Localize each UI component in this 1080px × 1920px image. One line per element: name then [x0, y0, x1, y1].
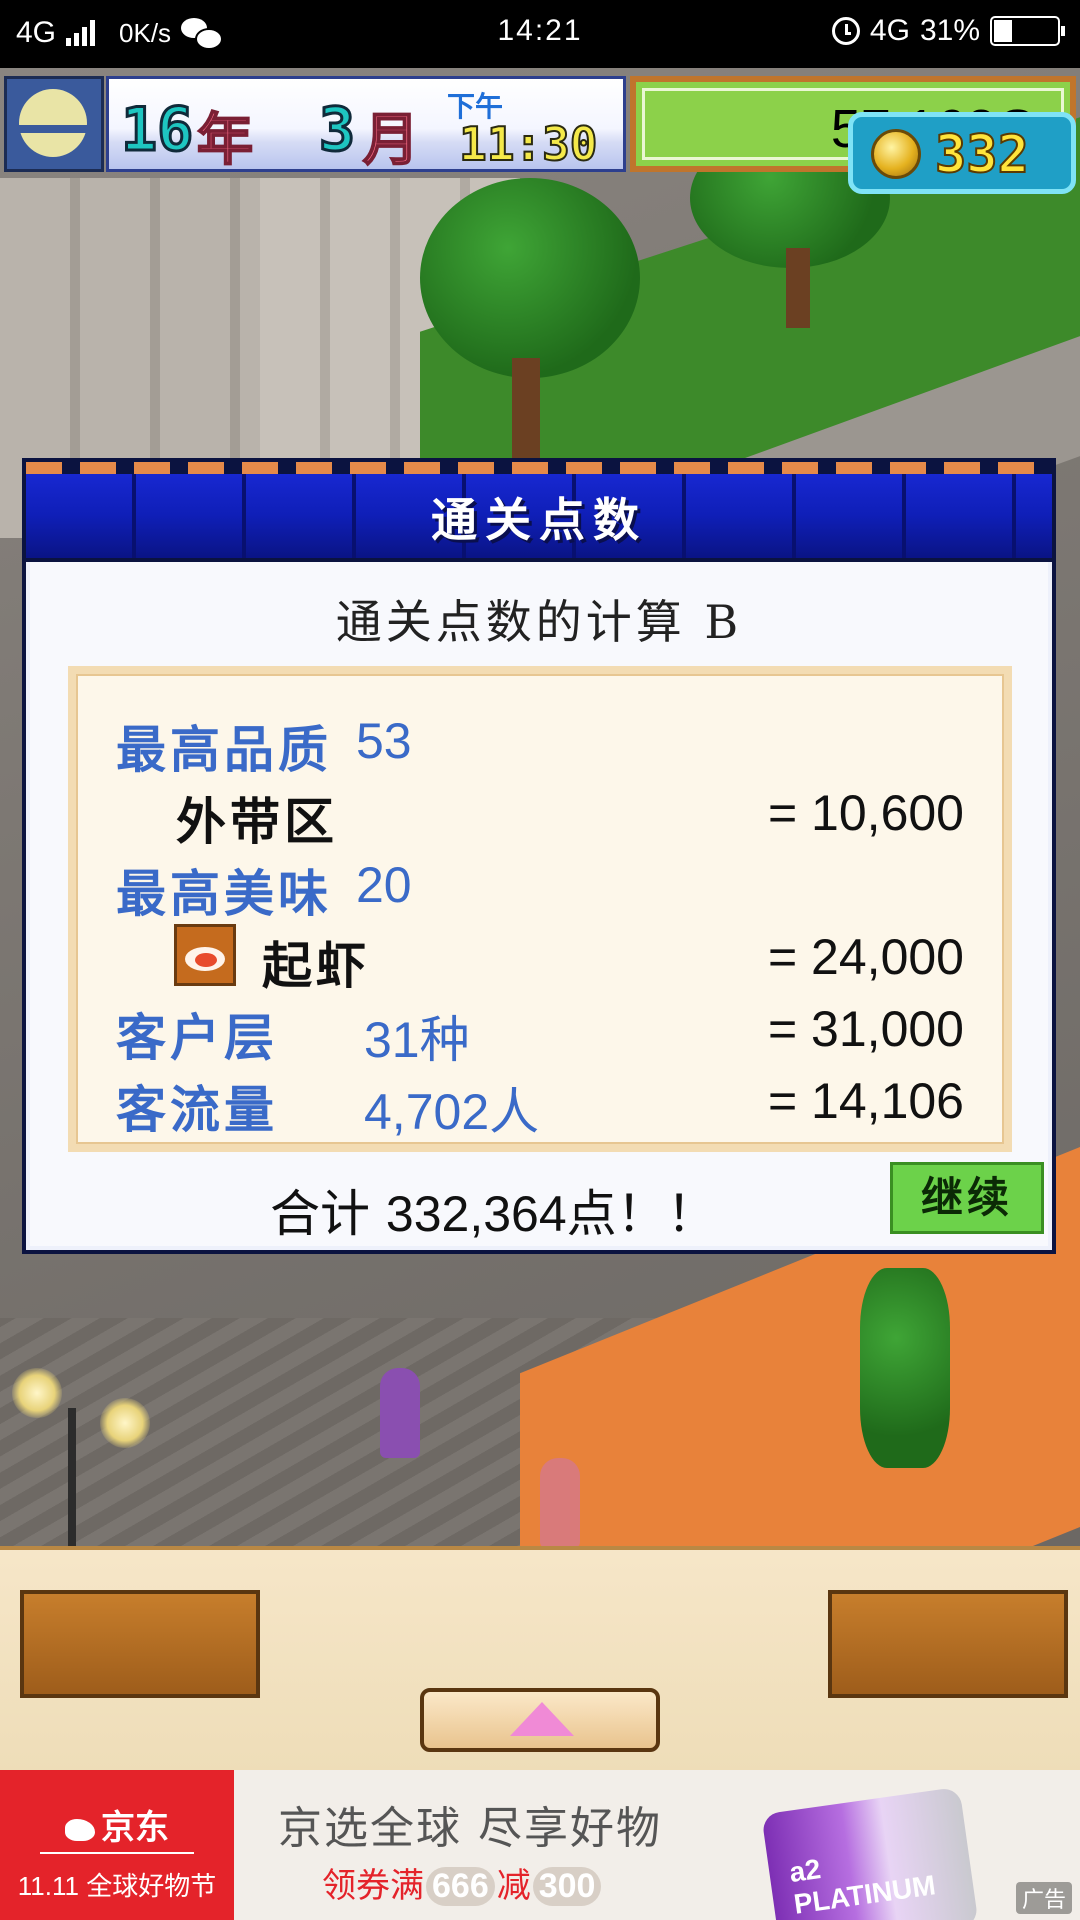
- festival-name: 全球好物节: [86, 1871, 217, 1901]
- score-row: 最高美味 20: [116, 854, 964, 923]
- row-result: = 31,000: [767, 1001, 964, 1057]
- product-label: a2 PLATINUM: [787, 1853, 938, 1920]
- customer[interactable]: [540, 1458, 580, 1548]
- month-unit: 月: [362, 107, 420, 174]
- coin-display[interactable]: 332: [848, 112, 1076, 194]
- year-value: 16: [119, 94, 194, 167]
- ad-brand: 京东: [0, 1800, 234, 1849]
- tree: [420, 178, 640, 378]
- date-display: 16 年 3 月 下午 11:30: [106, 76, 626, 174]
- promo-discount: 300: [532, 1867, 602, 1906]
- tree-trunk: [512, 358, 540, 458]
- total-suffix: 点！！: [566, 1185, 717, 1243]
- row-result: = 14,106: [767, 1073, 964, 1129]
- month-value: 3: [317, 94, 356, 167]
- ad-promo: 领券满 666 减 300: [322, 1858, 603, 1907]
- year-unit: 年: [196, 107, 254, 174]
- row-value: 53: [356, 713, 412, 769]
- total-prefix: 合计: [270, 1185, 370, 1243]
- ad-tag: 广告: [1015, 1882, 1072, 1914]
- lamp-light: [100, 1398, 150, 1448]
- tree-trunk: [786, 248, 810, 328]
- score-row: 客流量 4,702人 = 14,106: [116, 1070, 964, 1140]
- network-type-right: 4G: [869, 14, 910, 47]
- row-result: = 24,000: [767, 929, 964, 985]
- expand-button[interactable]: [420, 1688, 660, 1752]
- bottom-controls: [0, 1546, 1080, 1774]
- score-row: 客户层 31种 = 31,000: [116, 998, 964, 1068]
- dialog-subtitle: 通关点数的计算 B: [335, 595, 743, 649]
- row-result: = 10,600: [767, 785, 964, 841]
- status-right: 4G 31%: [831, 14, 1065, 48]
- total-value: 332,364: [385, 1186, 567, 1242]
- battery-icon: [990, 16, 1065, 46]
- arrow-up-icon: [510, 1702, 574, 1736]
- festival-mark: 11.11: [17, 1871, 79, 1901]
- row-value: 31种: [364, 1012, 470, 1068]
- left-menu-button[interactable]: [20, 1590, 260, 1698]
- row-value: 4,702人: [364, 1084, 540, 1140]
- lamp-light: [12, 1368, 62, 1418]
- jd-dog-icon: [65, 1819, 95, 1842]
- row-label: 外带区: [176, 792, 338, 851]
- ad-brand-panel: 京东 11.11 全球好物节: [0, 1770, 234, 1920]
- street-lamp: [68, 1408, 76, 1548]
- dish-icon: [174, 924, 236, 986]
- row-label: 客流量: [116, 1080, 278, 1139]
- promo-amount: 666: [426, 1867, 495, 1906]
- dialog-body: 通关点数的计算 B 最高品质 53 外带区 = 10,600 最高美味 20 起…: [30, 562, 1048, 1246]
- clear-points-dialog: 通关点数 通关点数的计算 B 最高品质 53 外带区 = 10,600 最高美味…: [22, 458, 1056, 1254]
- ad-festival: 11.11 全球好物节: [0, 1866, 234, 1903]
- time-of-day: [4, 76, 104, 172]
- score-row: 起虾 = 24,000: [116, 924, 964, 995]
- score-row: 外带区 = 10,600: [116, 782, 964, 851]
- coin-icon: [871, 129, 921, 179]
- score-row: 最高品质 53: [116, 710, 964, 779]
- row-value: 20: [356, 857, 412, 913]
- dialog-title: 通关点数: [431, 493, 647, 547]
- battery-percent: 31%: [919, 14, 980, 47]
- row-label: 最高品质: [116, 720, 332, 779]
- dialog-header: 通关点数: [26, 462, 1052, 562]
- coin-amount: 332: [934, 124, 1030, 186]
- score-panel: 最高品质 53 外带区 = 10,600 最高美味 20 起虾 = 24,000…: [68, 666, 1012, 1152]
- ad-banner[interactable]: 京东 11.11 全球好物节 京选全球 尽享好物 领券满 666 减 300 a2 P…: [0, 1770, 1080, 1920]
- ad-headline: 京选全球 尽享好物: [278, 1803, 662, 1854]
- status-bar: 4G 0K/s 14:21 4G 31%: [0, 0, 1080, 68]
- product-image: a2 PLATINUM: [761, 1786, 979, 1920]
- alarm-icon: [831, 17, 860, 45]
- continue-button[interactable]: 继续: [890, 1162, 1044, 1234]
- game-clock: 11:30: [458, 116, 598, 172]
- moon-icon: [19, 89, 87, 157]
- row-label: 客户层: [116, 1008, 278, 1067]
- right-menu-button[interactable]: [828, 1590, 1068, 1698]
- row-label: 最高美味: [116, 864, 332, 923]
- bamboo: [860, 1268, 950, 1468]
- total-score: 合计 332,364点！！: [270, 1174, 717, 1246]
- row-label: 起虾: [262, 936, 370, 995]
- customer[interactable]: [380, 1368, 420, 1458]
